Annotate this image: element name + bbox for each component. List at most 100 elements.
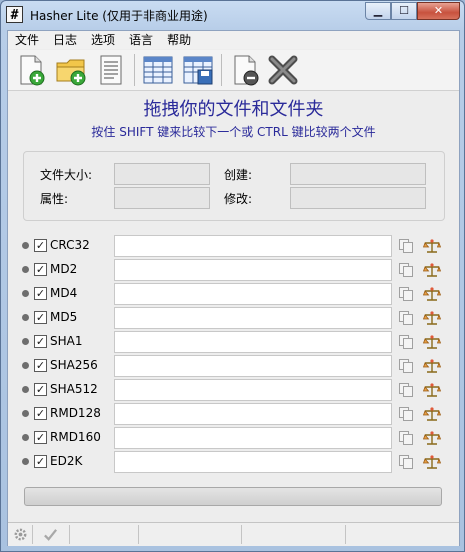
- remove-file-button[interactable]: [228, 53, 262, 87]
- compare-scale-icon[interactable]: [423, 430, 441, 446]
- hash-value-field[interactable]: [114, 427, 392, 449]
- hash-algorithm-label: RMD128: [50, 406, 101, 420]
- compare-scale-icon[interactable]: [423, 382, 441, 398]
- status-cell: [242, 525, 346, 544]
- compare-scale-icon[interactable]: [423, 286, 441, 302]
- hash-algorithm-label: SHA256: [50, 358, 98, 372]
- copy-icon[interactable]: [398, 382, 414, 398]
- modified-field: [290, 187, 426, 209]
- document-icon: [100, 55, 122, 85]
- hash-checkbox[interactable]: ✓: [34, 239, 47, 252]
- save-grid-button[interactable]: [181, 53, 215, 87]
- toolbar-separator: [221, 54, 222, 86]
- compare-scale-icon[interactable]: [423, 310, 441, 326]
- remove-file-icon: [234, 55, 259, 86]
- hash-checkbox[interactable]: ✓: [34, 383, 47, 396]
- copy-icon[interactable]: [398, 334, 414, 350]
- created-field: [290, 163, 426, 185]
- add-folder-icon: [56, 59, 86, 86]
- menu-options[interactable]: 选项: [84, 31, 122, 49]
- hash-checkbox[interactable]: ✓: [34, 263, 47, 276]
- status-settings-cell[interactable]: [8, 525, 33, 544]
- checkmark-icon: [44, 529, 58, 541]
- client-area: 文件 日志 选项 语言 帮助 拖拽你的文件和文件夹 按住 SHIFT 键来比较下…: [7, 30, 460, 546]
- copy-icon[interactable]: [398, 454, 414, 470]
- grid-icon: [143, 56, 173, 84]
- window-controls: ▁ ☐ ✕: [365, 2, 460, 20]
- minimize-button[interactable]: ▁: [365, 2, 391, 20]
- menu-help[interactable]: 帮助: [160, 31, 198, 49]
- status-cell: [70, 525, 139, 544]
- status-led-icon: [22, 458, 29, 465]
- grid-button[interactable]: [141, 53, 175, 87]
- hash-value-field[interactable]: [114, 451, 392, 473]
- menu-language[interactable]: 语言: [122, 31, 160, 49]
- hash-algorithm-label: MD4: [50, 286, 78, 300]
- file-info-panel: 文件大小: 属性: 创建: 修改:: [23, 151, 445, 221]
- gear-icon: [14, 528, 27, 541]
- compare-scale-icon[interactable]: [423, 454, 441, 470]
- drop-zone-hint: 按住 SHIFT 键来比较下一个或 CTRL 键比较两个文件: [91, 125, 376, 139]
- menu-file[interactable]: 文件: [8, 31, 46, 49]
- save-grid-icon: [183, 56, 213, 85]
- add-folder-button[interactable]: [54, 53, 88, 87]
- copy-icon[interactable]: [398, 430, 414, 446]
- file-size-label: 文件大小:: [40, 168, 93, 182]
- hash-checkbox[interactable]: ✓: [34, 335, 47, 348]
- hash-algorithm-label: SHA512: [50, 382, 98, 396]
- status-led-icon: [22, 242, 29, 249]
- hash-value-field[interactable]: [114, 283, 392, 305]
- copy-icon[interactable]: [398, 358, 414, 374]
- copy-icon[interactable]: [398, 286, 414, 302]
- compare-scale-icon[interactable]: [423, 406, 441, 422]
- hash-value-field[interactable]: [114, 379, 392, 401]
- close-button[interactable]: ✕: [417, 2, 460, 20]
- hash-checkbox[interactable]: ✓: [34, 287, 47, 300]
- modified-label: 修改:: [224, 192, 253, 206]
- title-bar[interactable]: # Hasher Lite (仅用于非商业用途) ▁ ☐ ✕: [1, 1, 464, 29]
- window-title: Hasher Lite (仅用于非商业用途): [30, 9, 208, 23]
- hash-row-rmd160: ✓ RMD160: [22, 427, 447, 449]
- hash-row-sha256: ✓ SHA256: [22, 355, 447, 377]
- hash-checkbox[interactable]: ✓: [34, 359, 47, 372]
- compare-scale-icon[interactable]: [423, 358, 441, 374]
- hash-value-field[interactable]: [114, 331, 392, 353]
- add-file-button[interactable]: [14, 53, 48, 87]
- compare-scale-icon[interactable]: [423, 238, 441, 254]
- hash-value-field[interactable]: [114, 403, 392, 425]
- hash-value-field[interactable]: [114, 235, 392, 257]
- hash-value-field[interactable]: [114, 259, 392, 281]
- clear-button[interactable]: [266, 53, 300, 87]
- drop-zone-title: 拖拽你的文件和文件夹: [143, 99, 324, 120]
- compare-scale-icon[interactable]: [423, 334, 441, 350]
- status-led-icon: [22, 314, 29, 321]
- hash-row-md2: ✓ MD2: [22, 259, 447, 281]
- menu-log[interactable]: 日志: [46, 31, 84, 49]
- add-file-icon: [20, 55, 45, 86]
- hash-algorithm-label: RMD160: [50, 430, 101, 444]
- copy-icon[interactable]: [398, 238, 414, 254]
- copy-icon[interactable]: [398, 262, 414, 278]
- status-led-icon: [22, 410, 29, 417]
- compare-scale-icon[interactable]: [423, 262, 441, 278]
- hash-algorithm-label: MD5: [50, 310, 78, 324]
- created-label: 创建:: [224, 168, 253, 182]
- copy-icon[interactable]: [398, 310, 414, 326]
- hash-checkbox[interactable]: ✓: [34, 431, 47, 444]
- maximize-button[interactable]: ☐: [391, 2, 417, 20]
- hash-value-field[interactable]: [114, 355, 392, 377]
- hash-row-rmd128: ✓ RMD128: [22, 403, 447, 425]
- hash-row-md4: ✓ MD4: [22, 283, 447, 305]
- copy-icon[interactable]: [398, 406, 414, 422]
- status-bar: [8, 522, 459, 546]
- progress-bar: [24, 487, 442, 506]
- hash-value-field[interactable]: [114, 307, 392, 329]
- hash-checkbox[interactable]: ✓: [34, 455, 47, 468]
- hash-checkbox[interactable]: ✓: [34, 407, 47, 420]
- hash-checkbox[interactable]: ✓: [34, 311, 47, 324]
- document-button[interactable]: [94, 53, 128, 87]
- status-verify-cell[interactable]: [33, 525, 70, 544]
- hash-algorithm-label: MD2: [50, 262, 78, 276]
- attributes-label: 属性:: [40, 192, 69, 206]
- hash-row-sha512: ✓ SHA512: [22, 379, 447, 401]
